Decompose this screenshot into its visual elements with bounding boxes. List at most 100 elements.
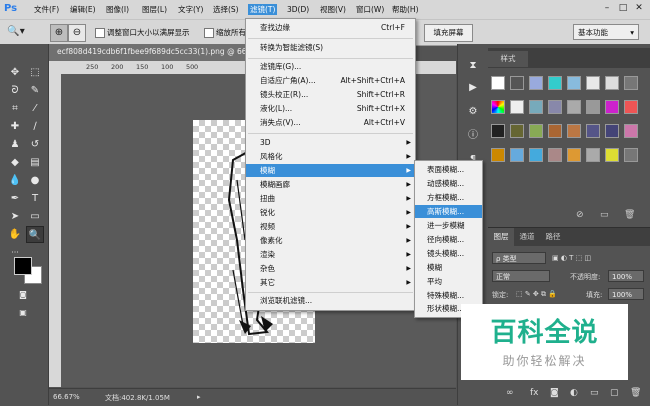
style-swatch[interactable] xyxy=(491,124,505,138)
style-swatch[interactable] xyxy=(624,100,638,114)
path-select-icon[interactable]: ➤ xyxy=(6,208,24,225)
healing-tool-icon[interactable]: ✚ xyxy=(6,118,24,135)
tab-channels[interactable]: 通道 xyxy=(516,228,538,246)
style-swatch[interactable] xyxy=(605,124,619,138)
submenu-item-gaussian-blur[interactable]: 高斯模糊... xyxy=(415,205,482,218)
style-swatch[interactable] xyxy=(529,124,543,138)
eyedropper-tool-icon[interactable]: ⁄ xyxy=(26,100,44,117)
menu-item-3d[interactable]: 3D ▶ xyxy=(246,136,415,149)
trash-icon[interactable]: 🗑 xyxy=(624,210,635,220)
submenu-item-lens-blur[interactable]: 镜头模糊... xyxy=(415,247,482,260)
close-icon[interactable]: ✕ xyxy=(632,2,646,15)
blend-mode-select[interactable]: 正常 xyxy=(492,270,550,282)
foreground-color-swatch[interactable] xyxy=(14,257,32,275)
screen-mode-icon[interactable]: ▣ xyxy=(14,304,32,321)
style-swatch[interactable] xyxy=(529,100,543,114)
link-layers-icon[interactable]: ∞ xyxy=(506,388,514,398)
submenu-item-smart-blur[interactable]: 特殊模糊... xyxy=(415,289,482,302)
tab-styles[interactable]: 样式 xyxy=(488,51,528,67)
zoom-level[interactable]: 66.67% xyxy=(53,393,80,401)
menu-item-adaptive-wide-angle[interactable]: 自适应广角(A)... Alt+Shift+Ctrl+A xyxy=(246,74,415,87)
menu-3d[interactable]: 3D(D) xyxy=(287,4,309,15)
pen-tool-icon[interactable]: ✒ xyxy=(6,190,24,207)
menu-item-render[interactable]: 渲染 ▶ xyxy=(246,248,415,261)
menu-window[interactable]: 窗口(W) xyxy=(356,4,384,15)
type-tool-icon[interactable]: T xyxy=(26,190,44,207)
style-swatch[interactable] xyxy=(624,124,638,138)
style-swatch[interactable] xyxy=(567,100,581,114)
gradient-tool-icon[interactable]: ▤ xyxy=(26,154,44,171)
new-style-icon[interactable]: ▭ xyxy=(600,210,609,220)
menu-item-stylize[interactable]: 风格化 ▶ xyxy=(246,150,415,163)
submenu-item-box-blur[interactable]: 方框模糊... xyxy=(415,191,482,204)
hand-tool-icon[interactable]: ✋ xyxy=(6,226,24,243)
menu-view[interactable]: 视图(V) xyxy=(320,4,346,15)
menu-type[interactable]: 文字(Y) xyxy=(178,4,203,15)
zoom-tool-icon[interactable]: 🔍 xyxy=(26,226,44,243)
submenu-item-radial-blur[interactable]: 径向模糊... xyxy=(415,233,482,246)
crop-tool-icon[interactable]: ⌗ xyxy=(6,100,24,117)
style-swatch[interactable] xyxy=(567,148,581,162)
adjustment-icon[interactable]: ◐ xyxy=(570,388,578,398)
style-swatch[interactable] xyxy=(567,124,581,138)
menu-item-pixelate[interactable]: 像素化 ▶ xyxy=(246,234,415,247)
delete-layer-icon[interactable]: 🗑 xyxy=(630,388,641,398)
menu-item-distort[interactable]: 扭曲 ▶ xyxy=(246,192,415,205)
style-swatch[interactable] xyxy=(529,148,543,162)
chevron-right-icon[interactable]: ▸ xyxy=(197,393,201,401)
style-swatch[interactable] xyxy=(548,124,562,138)
workspace-select[interactable]: 基本功能 ▾ xyxy=(573,24,639,40)
menu-layer[interactable]: 图层(L) xyxy=(142,4,167,15)
style-swatch[interactable] xyxy=(624,76,638,90)
style-swatch[interactable] xyxy=(605,148,619,162)
opacity-input[interactable]: 100% xyxy=(608,270,644,282)
new-layer-icon[interactable]: ▢ xyxy=(610,388,619,398)
blur-tool-icon[interactable]: 💧 xyxy=(6,172,24,189)
style-swatch[interactable] xyxy=(548,148,562,162)
no-style-icon[interactable]: ⊘ xyxy=(576,210,584,220)
eraser-tool-icon[interactable]: ◆ xyxy=(6,154,24,171)
filter-icons[interactable]: ▣ ◐ T ⬚ ◫ xyxy=(552,254,591,262)
menu-file[interactable]: 文件(F) xyxy=(34,4,59,15)
tab-layers[interactable]: 图层 xyxy=(488,228,514,246)
style-swatch[interactable] xyxy=(548,76,562,90)
history-brush-icon[interactable]: ↺ xyxy=(26,136,44,153)
info-icon[interactable]: ⓘ xyxy=(465,128,481,144)
style-swatch[interactable] xyxy=(624,148,638,162)
lock-icons[interactable]: ⬚ ✎ ✥ ⧉ 🔒 xyxy=(516,290,557,299)
marquee-tool-icon[interactable]: ⬚ xyxy=(26,64,44,81)
submenu-item-motion-blur[interactable]: 动感模糊... xyxy=(415,177,482,190)
style-swatch[interactable] xyxy=(586,76,600,90)
menu-item-vanishing-point[interactable]: 消失点(V)... Alt+Ctrl+V xyxy=(246,116,415,129)
menu-item-other[interactable]: 其它 ▶ xyxy=(246,276,415,289)
minimize-icon[interactable]: – xyxy=(600,2,614,15)
style-swatch[interactable] xyxy=(605,76,619,90)
style-swatch[interactable] xyxy=(529,76,543,90)
menu-item-lens-correction[interactable]: 镜头校正(R)... Shift+Ctrl+R xyxy=(246,88,415,101)
style-swatch[interactable] xyxy=(491,76,505,90)
menu-item-convert-smart-filter[interactable]: 转换为智能滤镜(S) xyxy=(246,41,415,54)
menu-select[interactable]: 选择(S) xyxy=(213,4,239,15)
style-swatch[interactable] xyxy=(510,76,524,90)
style-swatch[interactable] xyxy=(548,100,562,114)
fill-screen-button[interactable]: 填充屏幕 xyxy=(424,24,473,42)
menu-item-noise[interactable]: 杂色 ▶ xyxy=(246,262,415,275)
style-swatch[interactable] xyxy=(605,100,619,114)
fx-icon[interactable]: fx xyxy=(530,388,539,398)
menu-item-liquify[interactable]: 液化(L)... Shift+Ctrl+X xyxy=(246,102,415,115)
shape-tool-icon[interactable]: ▭ xyxy=(26,208,44,225)
quick-mask-icon[interactable]: ◙ xyxy=(14,286,32,303)
zoom-all-checkbox[interactable] xyxy=(204,28,214,38)
menu-item-video[interactable]: 视频 ▶ xyxy=(246,220,415,233)
move-tool-icon[interactable]: ✥ xyxy=(6,64,24,81)
menu-image[interactable]: 图像(I) xyxy=(106,4,129,15)
tab-paths[interactable]: 路径 xyxy=(542,228,564,246)
menu-item-browse-online[interactable]: 浏览联机滤镜... xyxy=(246,294,415,307)
maximize-icon[interactable]: □ xyxy=(616,2,630,15)
menu-item-find-edges[interactable]: 查找边缘 Ctrl+F xyxy=(246,21,415,34)
lasso-tool-icon[interactable]: ᘐ xyxy=(6,82,24,99)
style-swatch[interactable] xyxy=(586,148,600,162)
submenu-item-blur-more[interactable]: 进一步模糊 xyxy=(415,219,482,232)
fill-input[interactable]: 100% xyxy=(608,288,644,300)
submenu-item-surface-blur[interactable]: 表面模糊... xyxy=(415,163,482,176)
